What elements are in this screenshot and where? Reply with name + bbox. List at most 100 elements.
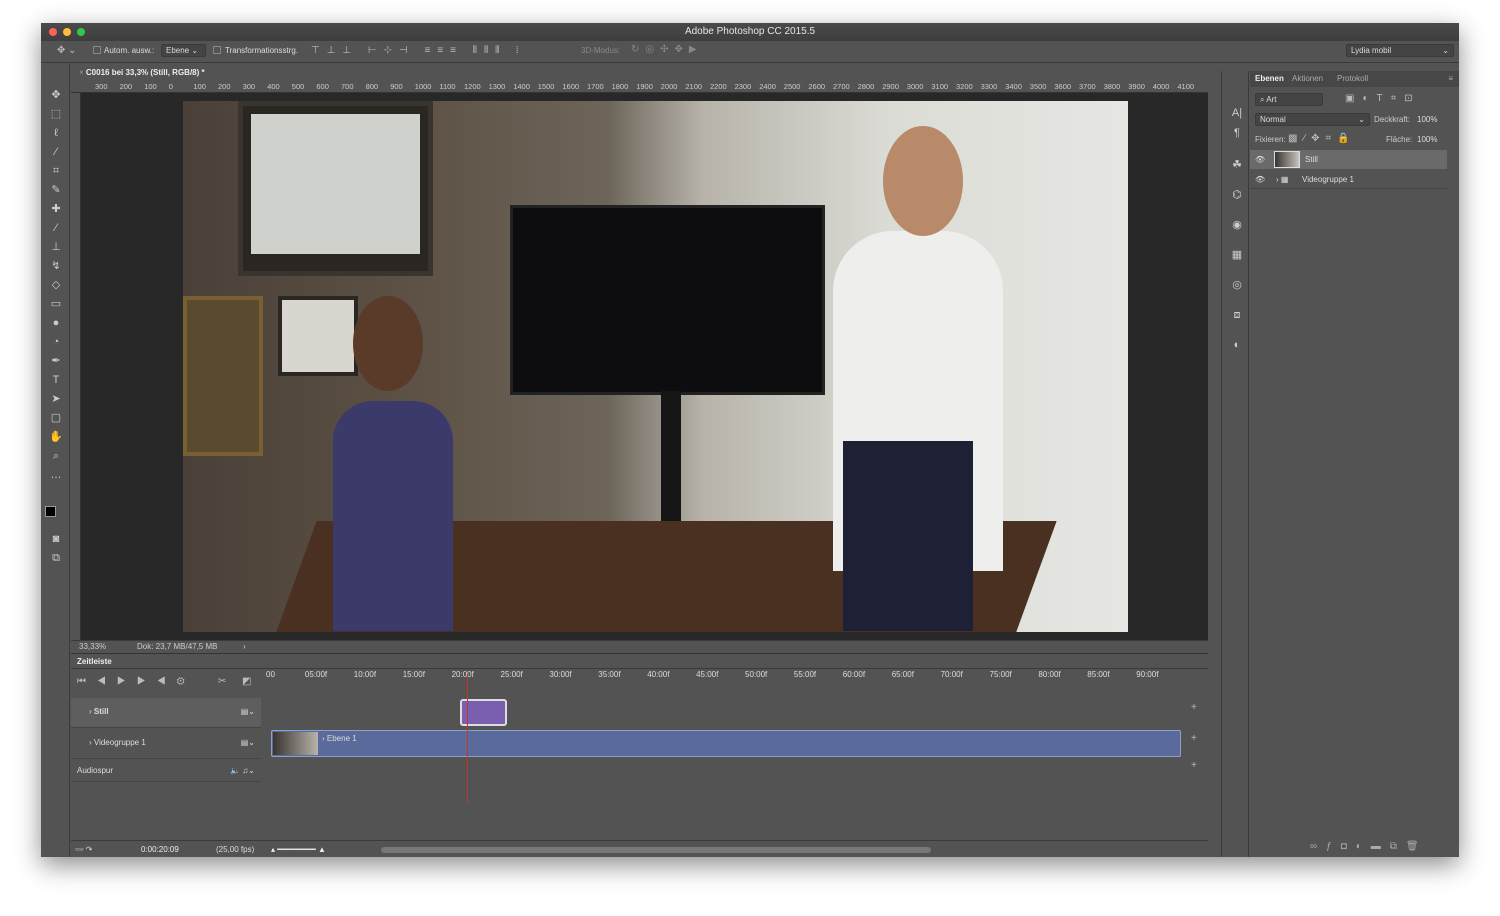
styles-icon[interactable]: ◉ [1229,217,1245,233]
timecode: 0:00:20:09 [141,845,179,854]
panel-menu-icon[interactable]: ≡ [1448,71,1453,87]
layer-row-videogroup[interactable]: 👁 › ▦ Videogruppe 1 [1250,170,1447,189]
auto-select-checkbox[interactable] [93,46,101,54]
brush-tool-icon[interactable]: ⁄ [48,220,64,236]
gradient-tool-icon[interactable]: ▭ [48,296,64,312]
visibility-eye-icon[interactable]: 👁 [1255,170,1265,189]
crop-tool-icon[interactable]: ⌗ [48,163,64,179]
ruler-label: 1700 [587,82,604,91]
magic-wand-icon[interactable]: ⁄ [48,144,64,160]
playback-controls[interactable]: ⏮◀▶▶◀⚙ [77,676,196,688]
add-media-still-icon[interactable]: + [1191,702,1197,714]
track-videogroup[interactable]: › Videogruppe 1 ▤⌄ [71,729,261,759]
lasso-tool-icon[interactable]: ℓ [48,125,64,141]
time-tick-label: 05:00f [304,670,328,679]
dodge-tool-icon[interactable]: ◔ [48,334,64,350]
timeline-scrollbar[interactable] [381,847,931,853]
tab-ebenen[interactable]: Ebenen [1255,71,1284,87]
zoom-slider[interactable]: ▴ ━━━━━━━━ ▲ [271,841,326,857]
eraser-icon[interactable]: ◇ [48,277,64,293]
time-tick-label: 80:00f [1038,670,1061,679]
ruler-label: 600 [316,82,329,91]
zoom-button[interactable] [77,28,85,36]
blur-tool-icon[interactable]: ● [48,315,64,331]
eyedropper-icon[interactable]: ✎ [48,182,64,198]
ruler-label: 1400 [513,82,530,91]
render-icon[interactable]: ▫▫▫ ↷ [75,841,92,857]
layer-name: Videogruppe 1 [1302,175,1354,184]
paragraph-icon[interactable]: ¶ [1229,125,1245,141]
channels-icon[interactable]: ☘ [1229,157,1245,173]
quick-mask-icon[interactable]: ◙ [48,531,64,547]
ruler-label: 1800 [611,82,629,91]
tab-aktionen[interactable]: Aktionen [1292,71,1323,87]
playhead[interactable] [467,674,468,802]
blend-mode-dropdown[interactable]: Normal ⌄ [1255,113,1370,126]
ruler-label: 2700 [833,82,850,91]
color-icon[interactable]: ◎ [1229,277,1245,293]
pen-tool-icon[interactable]: ✒ [48,353,64,369]
close-tab-icon[interactable]: × [79,68,86,77]
tab-protokoll[interactable]: Protokoll [1337,71,1368,87]
ruler-label: 4000 [1152,82,1170,91]
shape-tool-icon[interactable]: ▢ [48,410,64,426]
add-audio-icon[interactable]: + [1191,760,1197,772]
move-tool-icon[interactable]: ✥ ⌄ [57,45,77,57]
layer-row-still[interactable]: 👁 Still [1250,150,1447,169]
filter-icons[interactable]: ▣◐T⌗⊡ [1345,93,1421,105]
screen-mode-icon[interactable]: ⧉ [48,550,64,566]
adjustments-icon[interactable]: ◐ [1229,337,1245,353]
transform-checkbox[interactable] [213,46,221,54]
workspace-dropdown[interactable]: Lydia mobil ⌄ [1346,44,1454,57]
group-film-icon[interactable]: › ▦ [1276,170,1288,189]
character-icon[interactable]: A| [1229,105,1245,121]
time-tick-label: 85:00f [1087,670,1110,679]
scissors-icon[interactable]: ✂ [218,676,226,688]
visibility-eye-icon[interactable]: 👁 [1255,150,1265,169]
type-tool-icon[interactable]: T [48,372,64,388]
status-menu-arrow[interactable]: › [243,641,246,653]
film-icon[interactable]: ▤⌄ [241,729,255,757]
ruler-label: 500 [291,82,305,91]
more-tools-icon[interactable]: … [48,467,64,483]
align-icons[interactable]: ⊤⊥⊥ ⊢⊹⊣ ≡≡≡ ⫴⫴⫴ ⦙ [311,45,525,57]
close-button[interactable] [49,28,57,36]
history-brush-icon[interactable]: ↯ [48,258,64,274]
canvas-area[interactable] [81,93,1208,640]
stamp-tool-icon[interactable]: ⊥ [48,239,64,255]
video-clip[interactable]: › Ebene 1 [271,730,1181,757]
time-ruler[interactable]: 00 05:00f 10:00f 15:00f 20:00f 25:00f 30:00f 35… [266,668,1186,698]
film-icon[interactable]: ▤⌄ [241,698,255,726]
transition-icon[interactable]: ◩ [242,676,251,688]
3d-mode-icons[interactable]: ↻◎✣✥▶ [631,44,703,56]
add-media-video-icon[interactable]: + [1191,733,1197,745]
auto-select-dropdown[interactable]: Ebene ⌄ [161,44,206,57]
track-still[interactable]: › Still ▤⌄ [71,698,261,728]
zoom-tool-icon[interactable]: ⌕ [48,448,64,464]
opacity-value[interactable]: 100% [1417,115,1437,124]
lock-icons[interactable]: ▩⁄✥⌗🔒 [1288,133,1356,145]
fill-value[interactable]: 100% [1417,135,1437,144]
filter-dropdown[interactable]: ⌕ Art [1255,93,1323,106]
ruler-label: 3800 [1103,82,1121,91]
minimize-button[interactable] [63,28,71,36]
ruler-label: 2400 [759,82,776,91]
swatches-icon[interactable]: ▦ [1229,247,1245,263]
hand-tool-icon[interactable]: ✋ [48,429,64,445]
paths-icon[interactable]: ⌬ [1229,187,1245,203]
healing-brush-icon[interactable]: ✚ [48,201,64,217]
time-tick-label: 25:00f [500,670,523,679]
layer-footer-icons[interactable]: ∞ƒ◘◐▬⧉🗑 [1310,841,1428,853]
audio-icons[interactable]: 🔈 ♫⌄ [230,760,255,782]
track-audio[interactable]: Audiospur 🔈 ♫⌄ [71,760,261,782]
zoom-level[interactable]: 33,33% [79,641,106,653]
ruler-label: 3200 [956,82,973,91]
document-tab[interactable]: × C0016 bei 33,3% (Still, RGB/8) * [71,66,213,80]
marquee-tool-icon[interactable]: ⬚ [48,106,64,122]
move-tool-icon[interactable]: ✥ [48,87,64,103]
foreground-color[interactable] [45,506,56,517]
ruler-label: 3400 [1005,82,1022,91]
timeline-tab[interactable]: Zeitleiste [77,657,112,666]
libraries-icon[interactable]: ⧈ [1229,307,1245,323]
path-select-icon[interactable]: ➤ [48,391,64,407]
